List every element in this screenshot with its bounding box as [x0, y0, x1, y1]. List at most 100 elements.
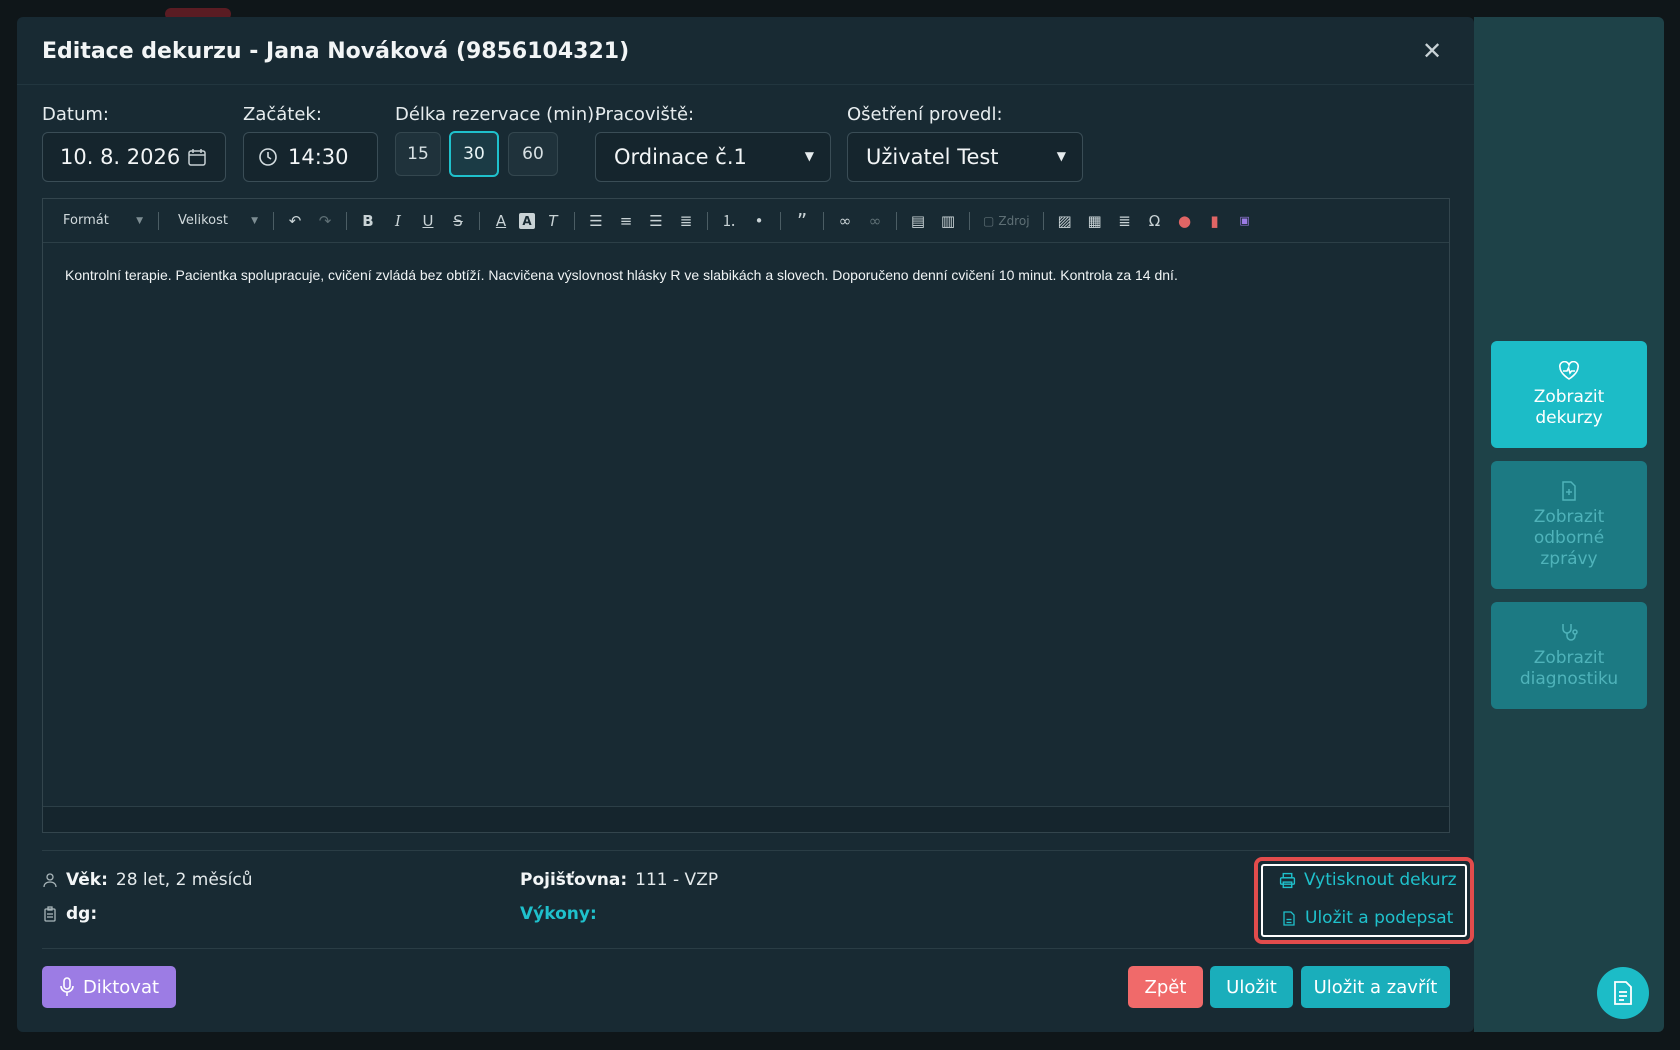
- workplace-select[interactable]: Ordinace č.1 ▼: [595, 132, 831, 182]
- chevron-down-icon: ▼: [251, 215, 258, 226]
- redo-icon[interactable]: ↷: [313, 209, 337, 233]
- format-dropdown[interactable]: Formát ▼: [53, 207, 149, 235]
- show-diagnostics-button[interactable]: Zobrazit diagnostiku: [1491, 602, 1647, 709]
- show-reports-label: Zobrazit odborné zprávy: [1533, 506, 1605, 569]
- blockquote-icon[interactable]: ”: [790, 209, 814, 233]
- rich-text-editor: Formát ▼ Velikost ▼ ↶ ↷ B I U S A A T ☰ …: [42, 198, 1450, 833]
- bold-icon[interactable]: B: [356, 209, 380, 233]
- dictate-label: Diktovat: [82, 976, 160, 998]
- microphone-icon: [60, 977, 74, 996]
- printer-icon: [1279, 872, 1296, 888]
- show-diagnostics-label: Zobrazit diagnostiku: [1519, 647, 1619, 689]
- chevron-down-icon: ▼: [1056, 149, 1066, 163]
- ai-icon[interactable]: ▣: [1233, 209, 1257, 233]
- procedures-link[interactable]: Výkony:: [520, 904, 597, 924]
- insurance-value: 111 - VZP: [635, 870, 719, 890]
- save-sign-link[interactable]: Uložit a podepsat: [1281, 908, 1453, 928]
- source-icon: ▢: [983, 213, 995, 228]
- align-right-icon[interactable]: ☰: [644, 209, 668, 233]
- close-icon[interactable]: ✕: [1420, 39, 1444, 63]
- paste-word-icon[interactable]: ▥: [936, 209, 960, 233]
- image-icon[interactable]: ▨: [1053, 209, 1077, 233]
- duration-30-button[interactable]: 30: [449, 131, 499, 177]
- unlink-icon[interactable]: ∞: [863, 209, 887, 233]
- back-button[interactable]: Zpět: [1128, 966, 1203, 1008]
- age-value: 28 let, 2 měsíců: [115, 870, 253, 890]
- heart-pulse-icon: [1559, 360, 1579, 380]
- toolbar-divider: [780, 211, 781, 230]
- numbered-list-icon[interactable]: ⒈: [717, 209, 741, 233]
- insurance-row: Pojišťovna: 111 - VZP: [520, 870, 718, 890]
- toolbar-divider: [969, 211, 970, 230]
- size-dropdown[interactable]: Velikost ▼: [168, 207, 264, 235]
- start-time-input[interactable]: 14:30: [243, 132, 378, 182]
- start-label: Začátek:: [243, 104, 322, 125]
- modal-header: Editace dekurzu - Jana Nováková (9856104…: [17, 17, 1474, 85]
- save-button[interactable]: Uložit: [1210, 966, 1293, 1008]
- source-label: Zdroj: [998, 213, 1030, 228]
- align-justify-icon[interactable]: ≣: [674, 209, 698, 233]
- date-input[interactable]: 10. 8. 2026: [42, 132, 226, 182]
- table-icon[interactable]: ▦: [1083, 209, 1107, 233]
- duration-15-button[interactable]: 15: [395, 132, 441, 176]
- toolbar-divider: [1042, 211, 1044, 230]
- diagnosis-row: dg:: [42, 904, 97, 924]
- show-records-button[interactable]: Zobrazit dekurzy: [1491, 341, 1647, 448]
- performed-by-select[interactable]: Uživatel Test ▼: [847, 132, 1083, 182]
- strikethrough-icon[interactable]: S: [446, 209, 470, 233]
- date-label: Datum:: [42, 104, 109, 125]
- workplace-value: Ordinace č.1: [614, 145, 747, 169]
- editor-toolbar: Formát ▼ Velikost ▼ ↶ ↷ B I U S A A T ☰ …: [43, 199, 1449, 243]
- performed-by-label: Ošetření provedl:: [847, 104, 1003, 125]
- toolbar-divider: [574, 211, 575, 230]
- size-label: Velikost: [178, 213, 228, 228]
- side-panel: Zobrazit dekurzy Zobrazit odborné zprávy…: [1474, 17, 1664, 1032]
- align-center-icon[interactable]: ≡: [614, 209, 638, 233]
- duration-label: Délka rezervace (min):: [395, 104, 601, 125]
- document-fab[interactable]: [1597, 967, 1649, 1019]
- toolbar-divider: [346, 211, 347, 230]
- template-icon[interactable]: ▮: [1203, 209, 1227, 233]
- paste-text-icon[interactable]: ▤: [906, 209, 930, 233]
- toolbar-divider: [823, 211, 824, 230]
- toolbar-divider: [158, 211, 159, 230]
- comment-icon[interactable]: ●: [1173, 209, 1197, 233]
- editor-content[interactable]: Kontrolní terapie. Pacientka spolupracuj…: [43, 243, 1449, 307]
- user-icon: [43, 873, 57, 888]
- document-icon: [1614, 981, 1632, 1005]
- diagnosis-label: dg:: [66, 904, 98, 924]
- section-divider: [42, 850, 1450, 851]
- text-color-icon[interactable]: A: [489, 209, 513, 233]
- undo-icon[interactable]: ↶: [283, 209, 307, 233]
- underline-icon[interactable]: U: [416, 209, 440, 233]
- clipboard-icon: [44, 906, 56, 922]
- dictate-button[interactable]: Diktovat: [42, 966, 176, 1008]
- save-close-button[interactable]: Uložit a zavřít: [1301, 966, 1450, 1008]
- background-color-icon[interactable]: A: [519, 212, 535, 229]
- print-record-link[interactable]: Vytisknout dekurz: [1279, 870, 1457, 890]
- special-character-icon[interactable]: Ω: [1143, 209, 1167, 233]
- show-reports-button[interactable]: Zobrazit odborné zprávy: [1491, 461, 1647, 589]
- start-time-value: 14:30: [288, 145, 349, 169]
- footer-divider: [42, 948, 1450, 949]
- age-label: Věk:: [66, 870, 108, 890]
- toolbar-divider: [273, 211, 274, 230]
- bullet-list-icon[interactable]: •: [747, 209, 771, 233]
- file-plus-icon: [1562, 480, 1576, 501]
- italic-icon[interactable]: I: [386, 209, 410, 233]
- source-button[interactable]: ▢ Zdroj: [979, 209, 1034, 233]
- horizontal-line-icon[interactable]: ≣: [1113, 209, 1137, 233]
- procedures-row: Výkony:: [520, 904, 597, 924]
- age-row: Věk: 28 let, 2 měsíců: [42, 870, 253, 890]
- toolbar-divider: [479, 211, 480, 230]
- duration-60-button[interactable]: 60: [508, 132, 558, 176]
- clock-icon: [259, 148, 277, 166]
- document-icon: [1283, 910, 1295, 926]
- align-left-icon[interactable]: ☰: [584, 209, 608, 233]
- calendar-icon[interactable]: [187, 147, 207, 167]
- show-records-label: Zobrazit dekurzy: [1533, 386, 1605, 428]
- link-icon[interactable]: ∞: [833, 209, 857, 233]
- remove-format-icon[interactable]: T: [541, 209, 565, 233]
- editor-status-bar: [43, 806, 1449, 832]
- chevron-down-icon: ▼: [136, 215, 143, 226]
